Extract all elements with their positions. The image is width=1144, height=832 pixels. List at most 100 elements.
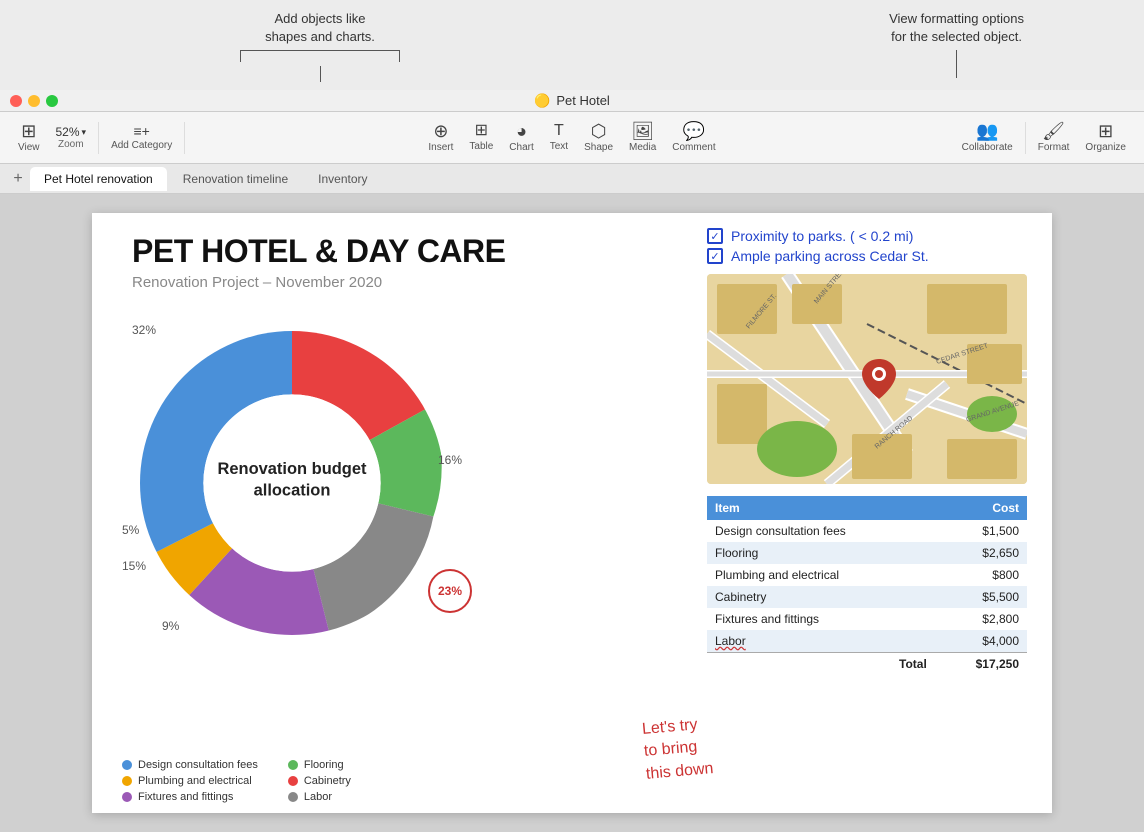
legend-dot-4: [122, 792, 132, 802]
chart-label-9pct: 9%: [162, 619, 179, 633]
insert-icon: ⊕: [433, 122, 448, 140]
table-cell-cost-0: $1,500: [935, 520, 1027, 542]
legend-dot-5: [288, 792, 298, 802]
table-icon: ⊞: [475, 123, 488, 139]
svg-text:allocation: allocation: [254, 482, 331, 500]
right-tooltip: View formatting options for the selected…: [889, 10, 1024, 90]
legend-dot-3: [288, 776, 298, 786]
tab-inventory[interactable]: Inventory: [304, 167, 381, 191]
comment-icon: 💬: [683, 122, 705, 140]
legend-label-3: Cabinetry: [304, 775, 351, 787]
format-label: Format: [1038, 142, 1070, 153]
table-total-value: $17,250: [935, 653, 1027, 676]
comment-label: Comment: [672, 142, 715, 153]
check-item-1: ✓ Ample parking across Cedar St.: [707, 248, 1037, 264]
text-button[interactable]: T Text: [542, 119, 576, 156]
collaborate-button[interactable]: 👥 Collaborate: [954, 118, 1021, 157]
page-canvas: PET HOTEL & DAY CARE Renovation Project …: [92, 213, 1052, 813]
tab-0-label: Pet Hotel renovation: [44, 172, 153, 186]
title-text: Pet Hotel: [556, 93, 609, 108]
table-row: Cabinetry $5,500: [707, 586, 1027, 608]
shape-label: Shape: [584, 142, 613, 153]
format-icon: 🖌: [1042, 122, 1065, 140]
legend-label-2: Plumbing and electrical: [138, 775, 252, 787]
right-tooltip-line2: for the selected object.: [891, 29, 1022, 44]
table-total-label: Total: [707, 653, 935, 676]
add-category-label: Add Category: [111, 140, 172, 151]
table-button[interactable]: ⊞ Table: [461, 119, 501, 156]
zoom-control[interactable]: 52% ▾ Zoom: [48, 121, 95, 154]
add-category-button[interactable]: ≡+ Add Category: [103, 120, 180, 155]
zoom-label-text: Zoom: [58, 139, 84, 150]
toolbar: ⊞ View 52% ▾ Zoom ≡+ Add Category ⊕ Inse…: [0, 112, 1144, 164]
window-title: 🟡 Pet Hotel: [534, 93, 610, 109]
minimize-button[interactable]: [28, 95, 40, 107]
organize-button[interactable]: ⊞ Organize: [1077, 118, 1134, 157]
table-row-labor: Labor $4,000: [707, 630, 1027, 653]
map-svg: FILMORE ST. MAIN STREET CEDAR STREET RAN…: [707, 274, 1027, 484]
checkbox-0[interactable]: ✓: [707, 228, 723, 244]
text-label: Text: [550, 141, 568, 152]
chart-button[interactable]: ◕ Chart: [501, 118, 541, 157]
checkmark-1: ✓: [710, 250, 719, 263]
map-container[interactable]: FILMORE ST. MAIN STREET CEDAR STREET RAN…: [707, 274, 1027, 484]
legend-dot-0: [122, 760, 132, 770]
donut-chart-area[interactable]: 32% 5% 15% 9% 16% 23%: [102, 293, 482, 673]
tab-1-label: Renovation timeline: [183, 172, 288, 186]
table-header-cost: Cost: [935, 496, 1027, 520]
insert-button[interactable]: ⊕ Insert: [420, 118, 461, 157]
window-controls: [10, 95, 58, 107]
legend-label-4: Fixtures and fittings: [138, 791, 233, 803]
table-label: Table: [469, 141, 493, 152]
table-cell-cost-3: $5,500: [935, 586, 1027, 608]
table-cell-cost-2: $800: [935, 564, 1027, 586]
right-content-area: ✓ Proximity to parks. ( < 0.2 mi) ✓ Ampl…: [707, 228, 1037, 675]
page-title-area: PET HOTEL & DAY CARE Renovation Project …: [132, 233, 702, 291]
table-cell-item-3: Cabinetry: [707, 586, 935, 608]
main-content: PET HOTEL & DAY CARE Renovation Project …: [0, 194, 1144, 832]
table-total-row: Total $17,250: [707, 653, 1027, 676]
checkbox-1[interactable]: ✓: [707, 248, 723, 264]
tab-2-label: Inventory: [318, 172, 367, 186]
add-tab-button[interactable]: +: [8, 169, 28, 189]
comment-button[interactable]: 💬 Comment: [664, 118, 723, 157]
chart-label-32pct: 32%: [132, 323, 156, 337]
table-cell-item-1: Flooring: [707, 542, 935, 564]
media-button[interactable]: 🖼 Media: [621, 118, 664, 157]
handwriting-annotation: Let's try to bring this down: [642, 713, 715, 786]
legend-item-1: Flooring: [288, 759, 424, 771]
shape-icon: ⬡: [591, 122, 607, 140]
right-tooltip-text: View formatting options for the selected…: [889, 10, 1024, 46]
table-cell-item-2: Plumbing and electrical: [707, 564, 935, 586]
chart-label: Chart: [509, 142, 533, 153]
chevron-icon: ▾: [82, 127, 87, 138]
budget-table: Item Cost Design consultation fees $1,50…: [707, 496, 1027, 675]
table-row: Design consultation fees $1,500: [707, 520, 1027, 542]
format-button[interactable]: 🖌 Format: [1030, 118, 1078, 157]
check-item-0: ✓ Proximity to parks. ( < 0.2 mi): [707, 228, 1037, 244]
maximize-button[interactable]: [46, 95, 58, 107]
separator: [98, 122, 99, 154]
close-button[interactable]: [10, 95, 22, 107]
collaborate-icon: 👥: [976, 122, 998, 140]
shape-button[interactable]: ⬡ Shape: [576, 118, 621, 157]
legend-dot-2: [122, 776, 132, 786]
chart-label-15pct: 15%: [122, 559, 146, 573]
left-tooltip-line1: Add objects like: [274, 11, 365, 26]
legend-item-0: Design consultation fees: [122, 759, 258, 771]
organize-label: Organize: [1085, 142, 1126, 153]
tab-renovation-timeline[interactable]: Renovation timeline: [169, 167, 302, 191]
table-row: Flooring $2,650: [707, 542, 1027, 564]
left-tooltip-line2: shapes and charts.: [265, 29, 375, 44]
text-icon: T: [554, 123, 564, 139]
table-cell-cost-5: $4,000: [935, 630, 1027, 653]
zoom-value[interactable]: 52% ▾: [56, 125, 87, 139]
view-button[interactable]: ⊞ View: [10, 118, 48, 157]
legend-item-2: Plumbing and electrical: [122, 775, 258, 787]
tab-pet-hotel-renovation[interactable]: Pet Hotel renovation: [30, 167, 167, 191]
labor-text: Labor: [715, 634, 746, 648]
media-icon: 🖼: [631, 122, 654, 140]
page-main-title: PET HOTEL & DAY CARE: [132, 233, 702, 270]
legend-item-5: Labor: [288, 791, 424, 803]
zoom-value-text: 52%: [56, 125, 80, 139]
